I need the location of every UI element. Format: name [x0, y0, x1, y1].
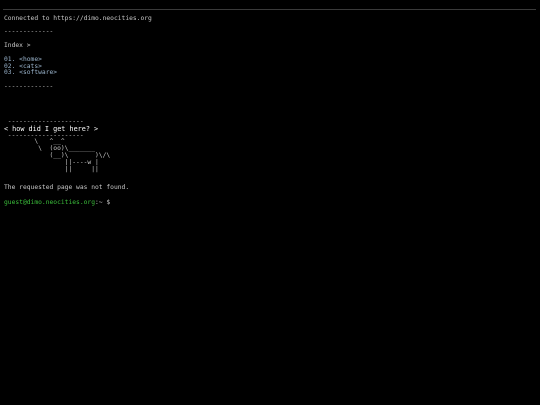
- separator-top: -------------: [4, 28, 54, 35]
- text-cursor[interactable]: [110, 199, 114, 205]
- separator-bottom: -------------: [4, 83, 54, 90]
- index-label: Index >: [4, 42, 31, 49]
- cowsay-art: -------------------- < how did I get here…: [4, 118, 110, 173]
- prompt-user-host: guest@dimo.neocities.org: [4, 199, 95, 206]
- top-divider: [3, 9, 536, 10]
- nav-item-number[interactable]: 03.: [4, 69, 15, 76]
- cow-line: || ||: [4, 165, 99, 173]
- shell-prompt[interactable]: guest@dimo.neocities.org:~ $: [4, 199, 114, 207]
- connection-status: Connected to https://dimo.neocities.org: [4, 15, 152, 22]
- nav-item-software[interactable]: 03. <software>: [4, 69, 57, 77]
- nav-link-software[interactable]: <software>: [19, 69, 57, 76]
- prompt-symbol: :~ $: [95, 199, 111, 206]
- not-found-message: The requested page was not found.: [4, 184, 130, 191]
